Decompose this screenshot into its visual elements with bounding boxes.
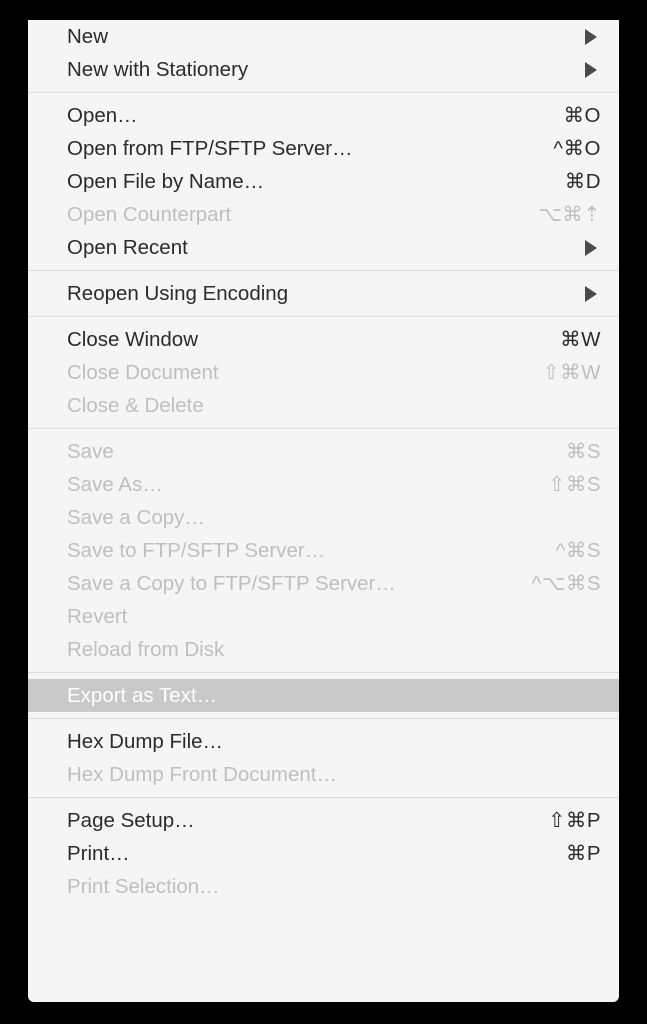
menu-item-label: Open… <box>67 104 138 127</box>
menu-item-label: Open Recent <box>67 236 188 259</box>
menu-item-shortcut: ⌘W <box>560 328 601 351</box>
menu-item-label: Reopen Using Encoding <box>67 282 289 305</box>
menu-separator <box>28 316 619 317</box>
menu-item-open-counterpart: Open Counterpart ⌥⌘⇡ <box>28 198 619 231</box>
menu-item-close-window[interactable]: Close Window ⌘W <box>28 323 619 356</box>
menu-section: Hex Dump File… Hex Dump Front Document… <box>28 725 619 791</box>
menu-item-revert: Revert <box>28 600 619 633</box>
submenu-arrow-icon <box>585 61 597 78</box>
menu-item-label: Save a Copy to FTP/SFTP Server… <box>67 572 396 595</box>
menu-item-label: Save As… <box>67 473 163 496</box>
menu-item-label: Close Document <box>67 361 219 384</box>
menu-item-shortcut: ⇧⌘S <box>548 473 601 496</box>
menu-item-label: Save a Copy… <box>67 506 205 529</box>
menu-item-label: Open Counterpart <box>67 203 232 226</box>
menu-section: Save ⌘S Save As… ⇧⌘S Save a Copy… Save to FTP… <box>28 435 619 666</box>
menu-item-label: New <box>67 25 109 48</box>
menu-item-close-delete: Close & Delete <box>28 389 619 422</box>
menu-item-save: Save ⌘S <box>28 435 619 468</box>
menu-separator <box>28 270 619 271</box>
menu-item-label: Hex Dump Front Document… <box>67 763 338 786</box>
menu-item-label: Save to FTP/SFTP Server… <box>67 539 326 562</box>
menu-item-label: Open File by Name… <box>67 170 265 193</box>
menu-item-open[interactable]: Open… ⌘O <box>28 99 619 132</box>
menu-separator <box>28 718 619 719</box>
menu-item-open-file-by-name[interactable]: Open File by Name… ⌘D <box>28 165 619 198</box>
menu-item-shortcut: ^⌘O <box>553 137 601 160</box>
menu-item-label: Hex Dump File… <box>67 730 224 753</box>
menu-separator <box>28 672 619 673</box>
menu-item-label: Page Setup… <box>67 809 195 832</box>
menu-item-shortcut: ^⌥⌘S <box>531 572 601 595</box>
menu-item-label: New with Stationery <box>67 58 249 81</box>
menu-item-shortcut: ⌥⌘⇡ <box>538 203 601 226</box>
menu-item-save-as: Save As… ⇧⌘S <box>28 468 619 501</box>
menu-item-shortcut: ⇧⌘W <box>542 361 601 384</box>
menu-item-page-setup[interactable]: Page Setup… ⇧⌘P <box>28 804 619 837</box>
file-menu-panel: New New with Stationery Open… ⌘O Open from F… <box>28 20 619 1002</box>
menu-section: Close Window ⌘W Close Document ⇧⌘W Close & D… <box>28 323 619 422</box>
menu-section: Open… ⌘O Open from FTP/SFTP Server… ^⌘O Open… <box>28 99 619 264</box>
menu-separator <box>28 428 619 429</box>
menu-item-close-document: Close Document ⇧⌘W <box>28 356 619 389</box>
menu-item-hex-dump-file[interactable]: Hex Dump File… <box>28 725 619 758</box>
menu-item-save-a-copy: Save a Copy… <box>28 501 619 534</box>
menu-item-export-as-text[interactable]: Export as Text… <box>28 679 619 712</box>
menu-section: Export as Text… <box>28 679 619 712</box>
menu-section: New New with Stationery <box>28 20 619 86</box>
menu-item-shortcut: ⌘O <box>563 104 601 127</box>
menu-item-print-selection: Print Selection… <box>28 870 619 903</box>
menu-section: Reopen Using Encoding <box>28 277 619 310</box>
submenu-arrow-icon <box>585 285 597 302</box>
submenu-arrow-icon <box>585 28 597 45</box>
menu-item-new-with-stationery[interactable]: New with Stationery <box>28 53 619 86</box>
menu-item-print[interactable]: Print… ⌘P <box>28 837 619 870</box>
menu-item-label: Close Window <box>67 328 199 351</box>
menu-item-new[interactable]: New <box>28 20 619 53</box>
menu-item-open-from-ftp-sftp-server[interactable]: Open from FTP/SFTP Server… ^⌘O <box>28 132 619 165</box>
menu-section: Page Setup… ⇧⌘P Print… ⌘P Print Selection… <box>28 804 619 903</box>
menu-separator <box>28 92 619 93</box>
menu-item-shortcut: ^⌘S <box>555 539 601 562</box>
menu-item-open-recent[interactable]: Open Recent <box>28 231 619 264</box>
menu-item-shortcut: ⌘D <box>564 170 601 193</box>
menu-item-shortcut: ⇧⌘P <box>548 809 601 832</box>
menu-item-label: Close & Delete <box>67 394 204 417</box>
menu-item-reopen-using-encoding[interactable]: Reopen Using Encoding <box>28 277 619 310</box>
menu-item-label: Save <box>67 440 114 463</box>
menu-item-save-to-ftp-sftp-server: Save to FTP/SFTP Server… ^⌘S <box>28 534 619 567</box>
submenu-arrow-icon <box>585 239 597 256</box>
menu-item-label: Revert <box>67 605 128 628</box>
menu-item-reload-from-disk: Reload from Disk <box>28 633 619 666</box>
menu-item-hex-dump-front-document: Hex Dump Front Document… <box>28 758 619 791</box>
menu-separator <box>28 797 619 798</box>
menu-item-label: Open from FTP/SFTP Server… <box>67 137 353 160</box>
menu-item-save-a-copy-to-ftp-sftp-server: Save a Copy to FTP/SFTP Server… ^⌥⌘S <box>28 567 619 600</box>
menu-item-label: Print Selection… <box>67 875 220 898</box>
menu-item-shortcut: ⌘P <box>565 842 601 865</box>
menu-item-label: Print… <box>67 842 130 865</box>
menu-item-label: Reload from Disk <box>67 638 225 661</box>
menu-item-label: Export as Text… <box>67 684 218 707</box>
menu-item-shortcut: ⌘S <box>565 440 601 463</box>
